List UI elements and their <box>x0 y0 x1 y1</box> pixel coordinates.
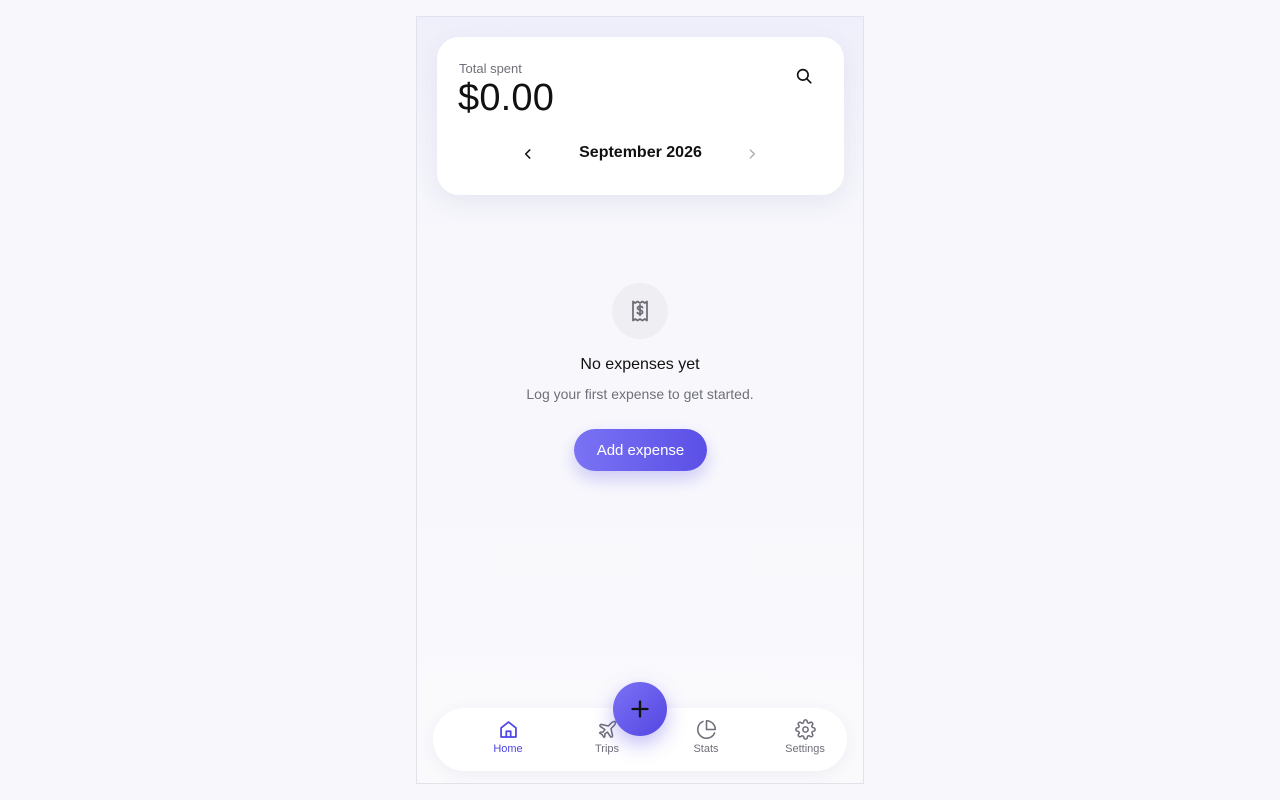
add-expense-button[interactable]: Add expense <box>574 429 707 471</box>
chevron-right-icon <box>749 149 755 159</box>
current-month-label: September 2026 <box>579 144 702 161</box>
pie-chart-icon <box>696 719 716 739</box>
search-icon <box>796 68 812 84</box>
nav-item-stats[interactable]: Stats <box>666 708 746 771</box>
app-frame: Total spent $0.00 September 2026 No expe… <box>416 16 864 784</box>
nav-label-home: Home <box>493 743 523 755</box>
next-month-button[interactable] <box>739 141 765 167</box>
total-spent-label: Total spent <box>459 61 522 76</box>
total-spent-amount: $0.00 <box>458 77 555 119</box>
empty-state-icon-circle <box>612 283 668 339</box>
nav-item-home[interactable]: Home <box>468 708 548 771</box>
home-icon <box>499 721 517 738</box>
nav-label-stats: Stats <box>693 743 719 755</box>
gear-icon <box>794 719 816 740</box>
search-button[interactable] <box>789 61 819 91</box>
summary-card: Total spent $0.00 September 2026 <box>437 37 844 195</box>
nav-item-settings[interactable]: Settings <box>765 708 845 771</box>
nav-label-settings: Settings <box>785 743 825 755</box>
empty-state-subtitle: Log your first expense to get started. <box>526 386 754 402</box>
add-expense-fab[interactable] <box>613 682 667 736</box>
nav-label-trips: Trips <box>594 743 620 755</box>
plus-icon <box>631 700 649 718</box>
month-selector: September 2026 <box>437 141 844 167</box>
receipt-icon <box>632 300 648 322</box>
empty-state-title: No expenses yet <box>580 356 700 373</box>
plane-icon <box>598 720 616 739</box>
